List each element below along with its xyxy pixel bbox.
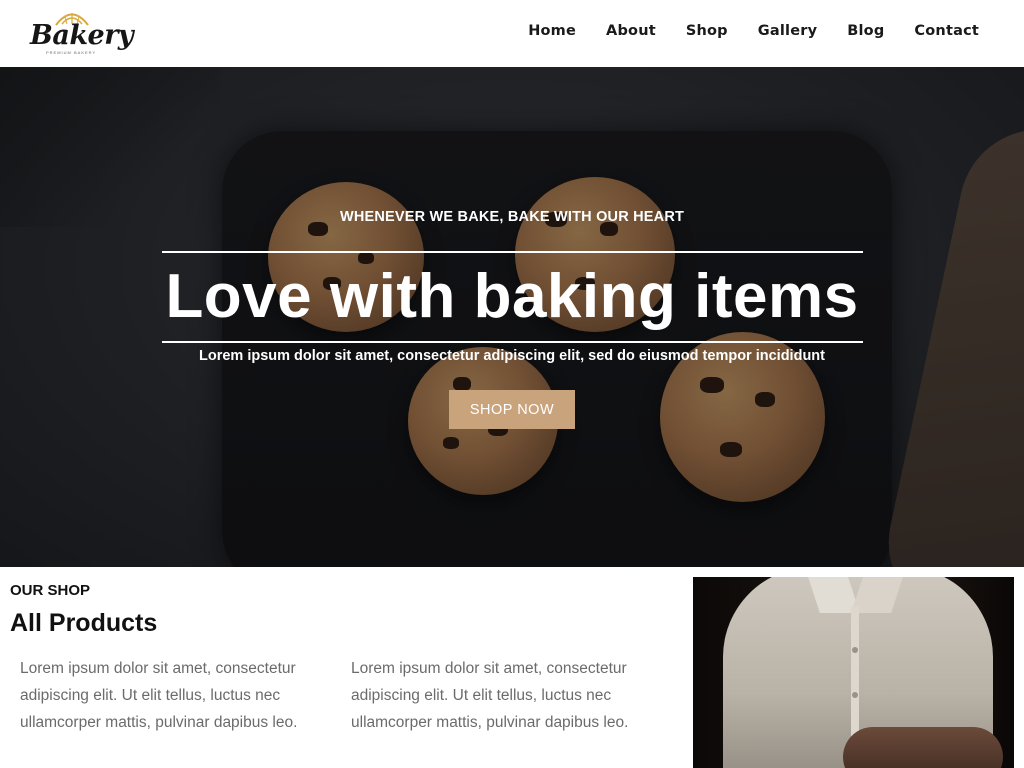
hero-banner: WHENEVER WE BAKE, BAKE WITH OUR HEART Lo… (0, 67, 1024, 567)
baker-photo (693, 577, 1014, 768)
hero-title: Love with baking items (165, 262, 859, 331)
nav-item-contact[interactable]: Contact (914, 23, 979, 39)
section-title: All Products (10, 609, 158, 637)
section-kicker: OUR SHOP (10, 582, 91, 599)
shop-now-button[interactable]: SHOP NOW (449, 390, 575, 429)
hero-subtitle: Lorem ipsum dolor sit amet, consectetur … (198, 348, 825, 364)
logo-wordmark: Bakery (30, 20, 134, 51)
hero-kicker: WHENEVER WE BAKE, BAKE WITH OUR HEART (339, 209, 685, 225)
hero-divider-bottom (162, 341, 863, 343)
hands-shape (843, 727, 1003, 768)
logo-tagline: PREMIUM BAKERY (46, 50, 97, 55)
site-header: Bakery PREMIUM BAKERY Home About Shop Ga… (0, 0, 1024, 67)
product-description: Lorem ipsum dolor sit amet, consectetur … (20, 660, 298, 731)
nav-item-home[interactable]: Home (528, 23, 576, 39)
main-nav: Home About Shop Gallery Blog Contact (528, 23, 979, 39)
shirt-button (852, 692, 858, 698)
bakery-logo[interactable]: Bakery PREMIUM BAKERY (30, 10, 134, 58)
nav-item-shop[interactable]: Shop (686, 23, 728, 39)
nav-item-blog[interactable]: Blog (847, 23, 884, 39)
nav-item-about[interactable]: About (606, 23, 656, 39)
shirt-button (852, 647, 858, 653)
nav-item-gallery[interactable]: Gallery (758, 23, 817, 39)
product-description: Lorem ipsum dolor sit amet, consectetur … (351, 660, 629, 731)
hero-divider-top (162, 251, 863, 253)
